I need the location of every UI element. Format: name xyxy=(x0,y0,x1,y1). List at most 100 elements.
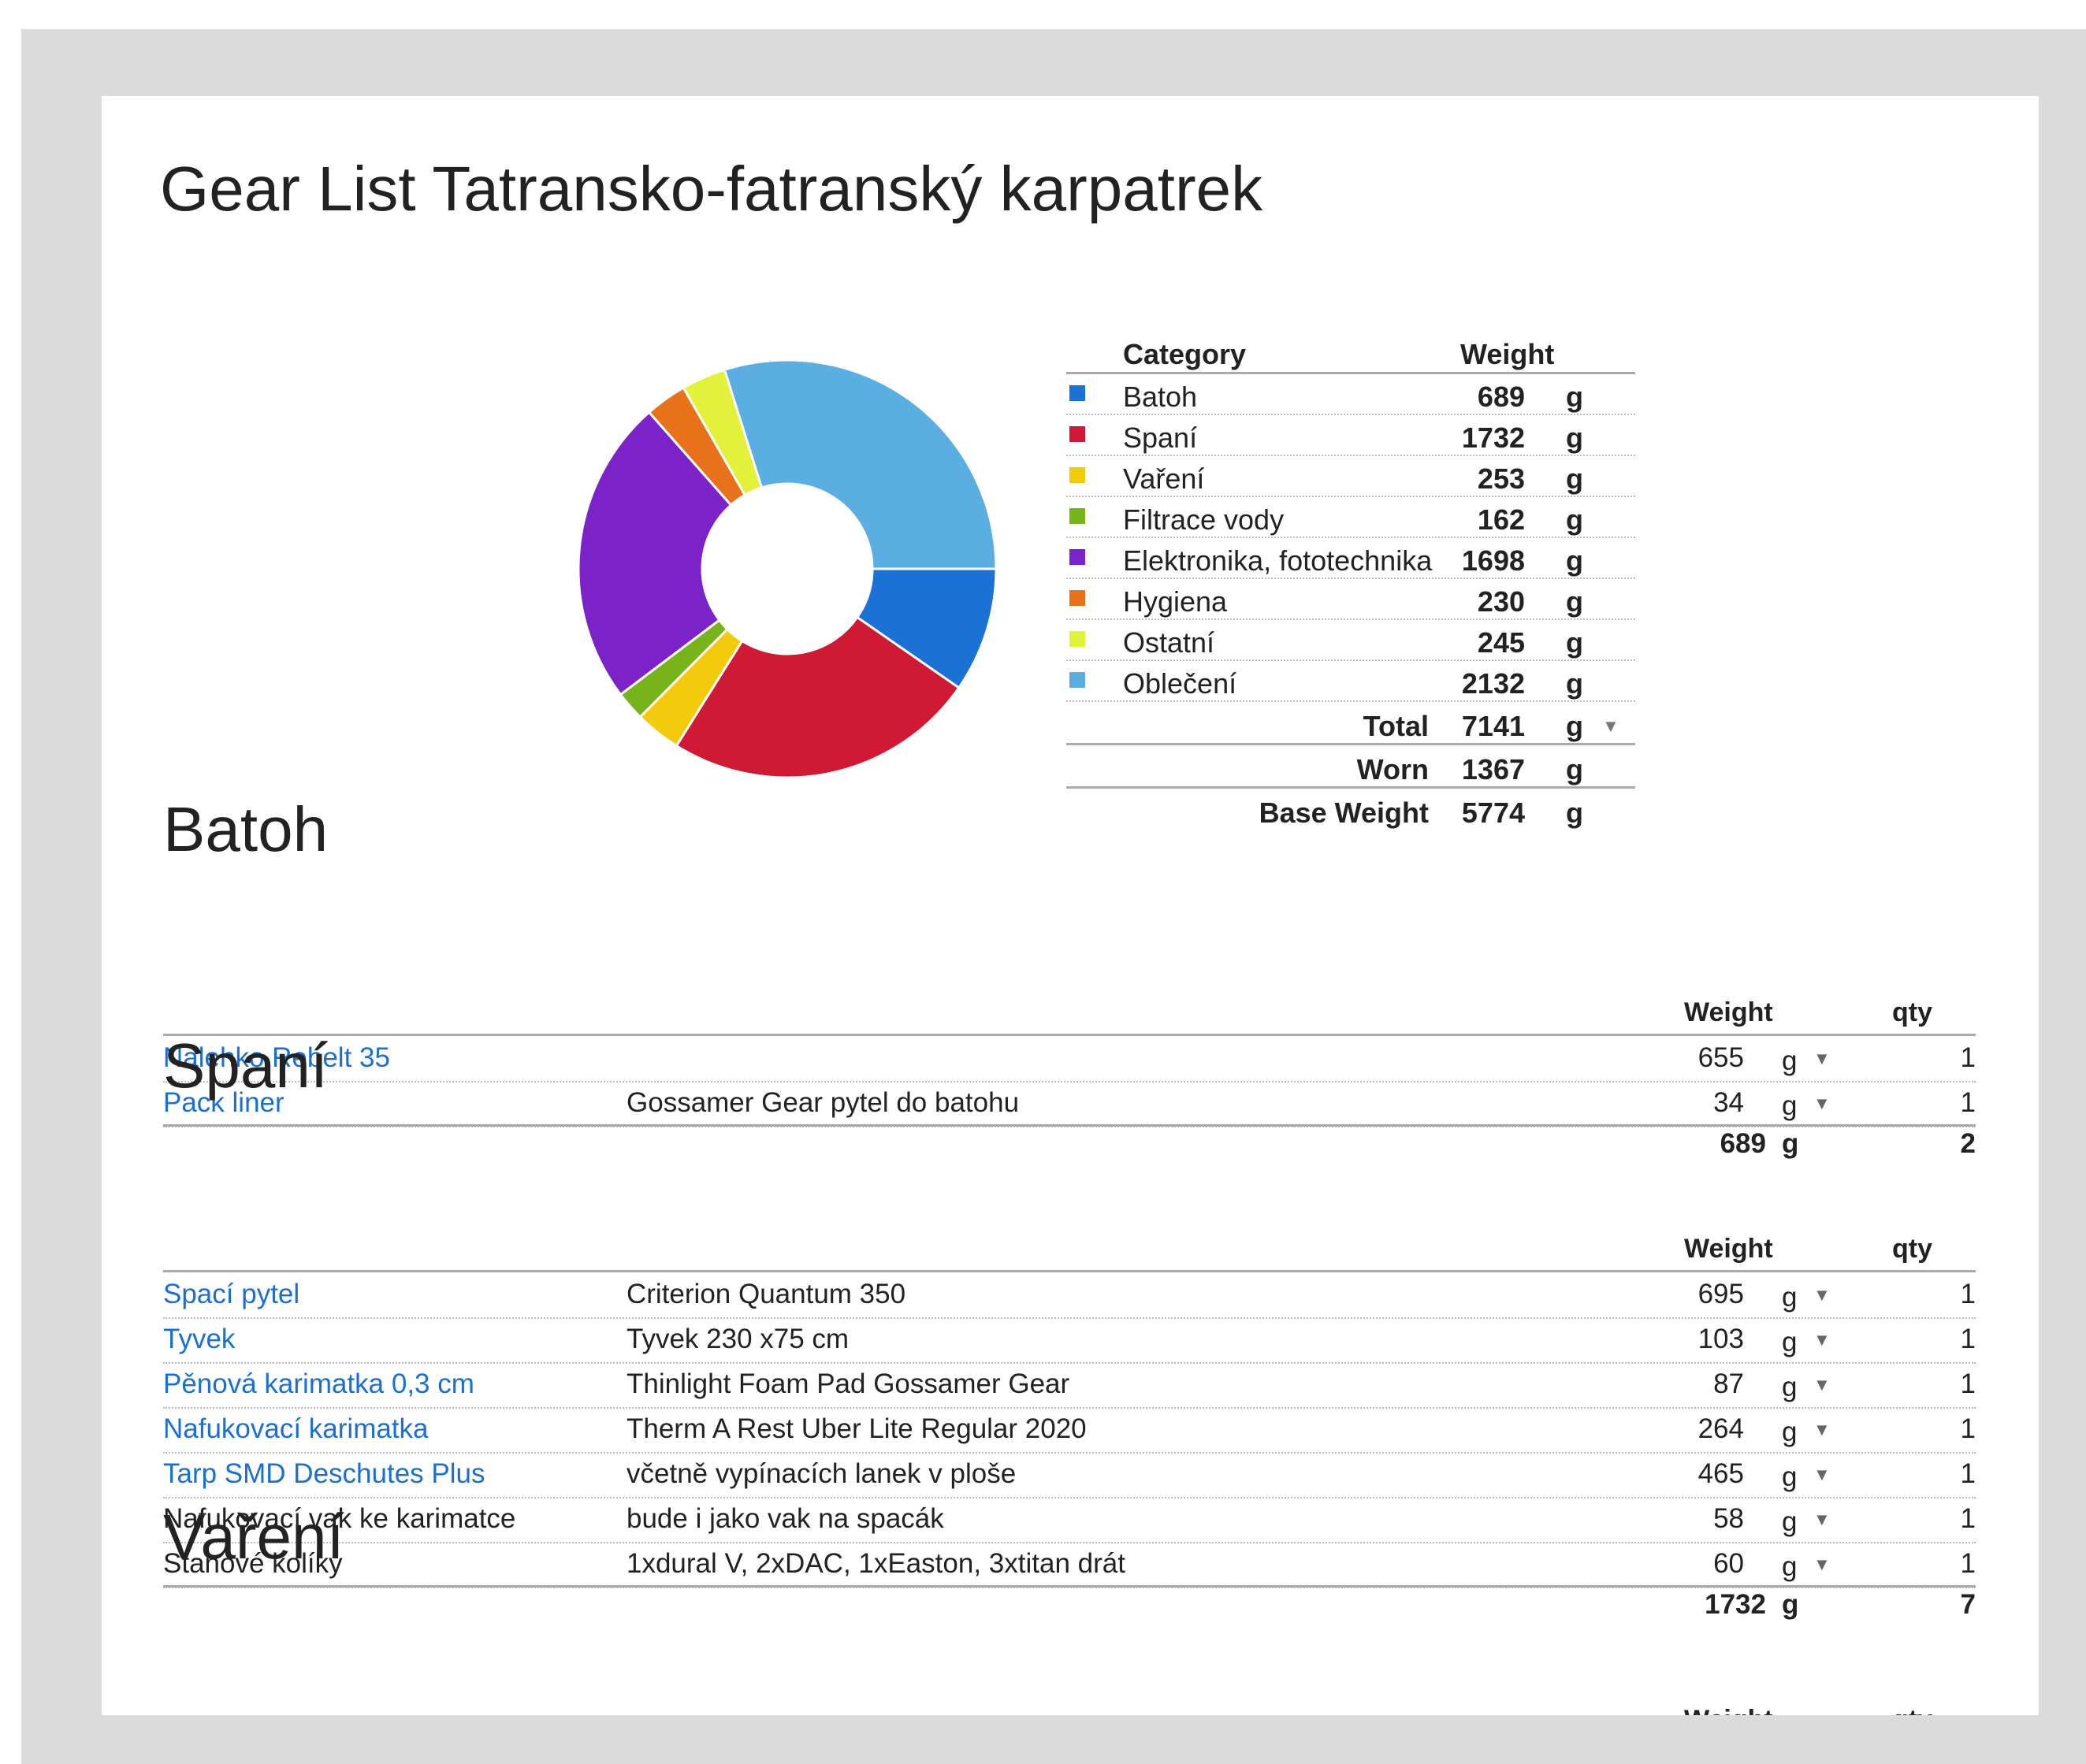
total-value: 7141 xyxy=(1461,710,1525,742)
gear-item-qty: 1 xyxy=(1960,1042,1976,1073)
category-unit: g xyxy=(1566,667,1583,700)
category-weight: 162 xyxy=(1477,503,1525,536)
gear-item-description: Therm A Rest Uber Lite Regular 2020 xyxy=(627,1413,1087,1444)
category-weight: 1698 xyxy=(1461,544,1525,577)
gear-item-name[interactable]: Tyvek xyxy=(163,1324,235,1355)
gear-item-weight: 58 xyxy=(1713,1503,1744,1534)
category-donut-chart xyxy=(577,358,998,779)
category-color-swatch xyxy=(1069,631,1085,647)
gear-item-qty: 1 xyxy=(1960,1503,1976,1534)
category-color-swatch xyxy=(1069,549,1085,565)
unit-dropdown-caret-icon[interactable]: ▼ xyxy=(1813,1554,1831,1575)
gear-item-weight: 264 xyxy=(1697,1413,1744,1444)
gear-item-description: včetně vypínacích lanek v ploše xyxy=(627,1458,1017,1489)
section-header: Weight qty xyxy=(163,994,1976,1036)
section-title: Batoh xyxy=(163,794,329,864)
section-total-unit: g xyxy=(1782,1589,1799,1620)
gear-item-qty: 1 xyxy=(1960,1279,1976,1309)
category-weight: 2132 xyxy=(1461,667,1525,700)
unit-dropdown-caret-icon[interactable]: ▼ xyxy=(1813,1420,1831,1440)
qty-column-header: qty xyxy=(1892,997,1932,1027)
category-weight: 245 xyxy=(1477,626,1525,659)
gear-item-unit[interactable]: g xyxy=(1782,1282,1797,1313)
weight-column-header: Weight xyxy=(1684,997,1773,1027)
unit-dropdown-caret-icon[interactable]: ▼ xyxy=(1813,1465,1831,1485)
category-name: Batoh xyxy=(1123,381,1198,413)
gear-list-sheet: Gear List Tatransko-fatranský karpatrek … xyxy=(102,96,2039,1715)
base-weight-label: Base Weight xyxy=(1259,797,1429,829)
gear-item-row: Nafukovací vak ke karimatce bude i jako v… xyxy=(163,1497,1976,1543)
unit-dropdown-caret-icon[interactable]: ▼ xyxy=(1813,1049,1831,1069)
unit-dropdown-caret-icon[interactable]: ▼ xyxy=(1813,1094,1831,1114)
gear-item-name[interactable]: Tarp SMD Deschutes Plus xyxy=(163,1458,485,1490)
gear-item-qty: 1 xyxy=(1960,1324,1976,1354)
gear-item-weight: 655 xyxy=(1697,1042,1744,1073)
gear-item-qty: 1 xyxy=(1960,1368,1976,1399)
summary-row: Hygiena 230 g xyxy=(1066,579,1635,620)
gear-item-unit[interactable]: g xyxy=(1782,1327,1797,1358)
unit-dropdown-caret-icon[interactable]: ▼ xyxy=(1813,1285,1831,1305)
gear-item-description: 1xdural V, 2xDAC, 1xEaston, 3xtitan drát xyxy=(627,1548,1125,1579)
gear-item-qty: 1 xyxy=(1960,1548,1976,1579)
gear-item-unit[interactable]: g xyxy=(1782,1461,1797,1493)
category-weight: 689 xyxy=(1477,381,1525,413)
qty-column-header: qty xyxy=(1892,1234,1932,1264)
gear-item-unit[interactable]: g xyxy=(1782,1417,1797,1448)
gear-item-name[interactable]: Pěnová karimatka 0,3 cm xyxy=(163,1368,474,1400)
category-color-swatch xyxy=(1069,508,1085,524)
gear-item-row: Stanové kolíky 1xdural V, 2xDAC, 1xEaston… xyxy=(163,1542,1976,1588)
category-weight: 1732 xyxy=(1461,422,1525,454)
category-color-swatch xyxy=(1069,385,1085,401)
summary-row: Ostatní 245 g xyxy=(1066,620,1635,661)
section-total-row: 1732 g 7 xyxy=(163,1585,1976,1627)
unit-dropdown-caret-icon[interactable]: ▼ xyxy=(1602,716,1619,737)
gear-item-description: Criterion Quantum 350 xyxy=(627,1279,906,1309)
base-weight-value: 5774 xyxy=(1461,797,1525,829)
gear-item-row: Pack liner Gossamer Gear pytel do batohu 3… xyxy=(163,1081,1976,1127)
summary-base-weight-row: Base Weight 5774 g xyxy=(1066,789,1635,830)
summary-header-category: Category xyxy=(1123,338,1247,370)
gear-item-unit[interactable]: g xyxy=(1782,1045,1797,1077)
section-total-qty: 2 xyxy=(1960,1128,1976,1159)
gear-item-unit[interactable]: g xyxy=(1782,1372,1797,1403)
summary-row: Oblečení 2132 g xyxy=(1066,661,1635,702)
total-unit[interactable]: g xyxy=(1566,710,1583,743)
section-total-unit: g xyxy=(1782,1128,1799,1159)
worn-value: 1367 xyxy=(1461,753,1525,785)
category-color-swatch xyxy=(1069,672,1085,688)
category-unit: g xyxy=(1566,626,1583,659)
gear-item-description: Thinlight Foam Pad Gossamer Gear xyxy=(627,1368,1070,1399)
gear-item-row: Tarp SMD Deschutes Plus včetně vypínacích… xyxy=(163,1452,1976,1498)
category-color-swatch xyxy=(1069,426,1085,442)
section-header: Weight qty xyxy=(163,1702,1976,1715)
gear-item-weight: 103 xyxy=(1697,1324,1744,1354)
gear-item-name[interactable]: Spací pytel xyxy=(163,1279,299,1310)
category-unit: g xyxy=(1566,422,1583,454)
summary-worn-row: Worn 1367 g xyxy=(1066,745,1635,789)
category-name: Elektronika, fototechnika xyxy=(1123,544,1433,577)
weight-column-header: Weight xyxy=(1684,1705,1773,1715)
category-name: Hygiena xyxy=(1123,585,1228,618)
section-title: Vaření xyxy=(163,1502,344,1572)
gear-item-unit[interactable]: g xyxy=(1782,1090,1797,1122)
category-color-swatch xyxy=(1069,467,1085,483)
category-unit: g xyxy=(1566,381,1583,413)
gear-item-unit[interactable]: g xyxy=(1782,1506,1797,1538)
category-name: Spaní xyxy=(1123,422,1198,454)
unit-dropdown-caret-icon[interactable]: ▼ xyxy=(1813,1510,1831,1530)
unit-dropdown-caret-icon[interactable]: ▼ xyxy=(1813,1330,1831,1350)
section-total-row: 689 g 2 xyxy=(163,1124,1976,1166)
gear-item-unit[interactable]: g xyxy=(1782,1551,1797,1583)
gear-item-row: Nalehko Rebelt 35 655 g ▼ 1 xyxy=(163,1036,1976,1083)
category-unit: g xyxy=(1566,544,1583,577)
section-total-weight: 689 xyxy=(1720,1128,1766,1159)
category-unit: g xyxy=(1566,585,1583,618)
category-name: Oblečení xyxy=(1123,667,1237,700)
gear-item-qty: 1 xyxy=(1960,1458,1976,1489)
gear-item-weight: 60 xyxy=(1713,1548,1744,1579)
unit-dropdown-caret-icon[interactable]: ▼ xyxy=(1813,1375,1831,1395)
gear-item-qty: 1 xyxy=(1960,1413,1976,1444)
gear-item-name[interactable]: Nafukovací karimatka xyxy=(163,1413,429,1445)
section-title: Spaní xyxy=(163,1031,329,1101)
pie-slice-oble-en- xyxy=(723,358,998,570)
